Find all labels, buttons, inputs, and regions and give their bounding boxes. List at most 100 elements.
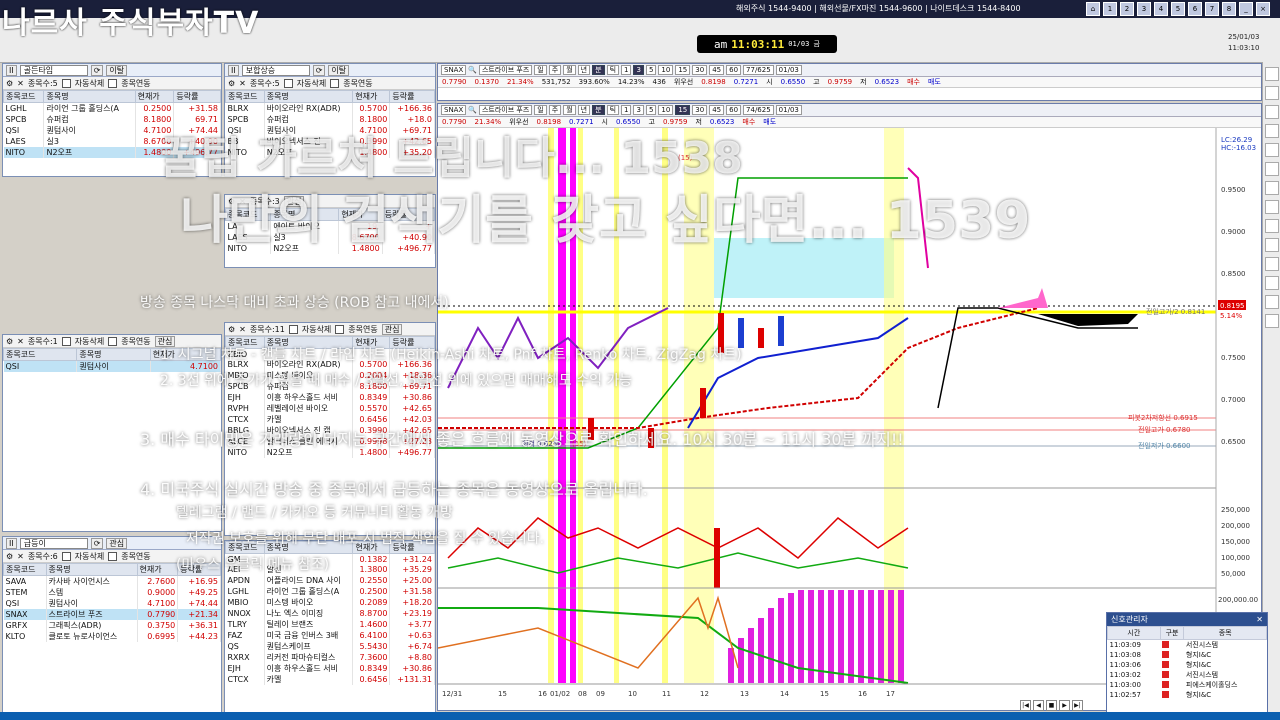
page-1-button[interactable]: 1: [1103, 2, 1117, 16]
period-month[interactable]: 월: [563, 105, 576, 115]
page-5-button[interactable]: 5: [1171, 2, 1185, 16]
period-minute[interactable]: 분: [592, 105, 605, 115]
panel-tab[interactable]: 관심: [106, 537, 128, 549]
table-row[interactable]: MBIO 미스텡 바이오 0.2089 +18.20: [225, 597, 435, 608]
period-day[interactable]: 일: [534, 105, 547, 115]
col-header[interactable]: 종목코드: [3, 563, 47, 576]
pause-button[interactable]: II: [6, 537, 17, 549]
interval-1[interactable]: 1: [621, 65, 632, 75]
col-header[interactable]: 현재가: [134, 90, 175, 103]
group-select[interactable]: 골든타임: [19, 64, 88, 76]
buy-button[interactable]: 매수: [742, 117, 755, 127]
tool-button[interactable]: [1265, 105, 1279, 119]
col-header[interactable]: 종목명: [263, 90, 354, 103]
table-row[interactable]: NNOX 나노 엑스 이미징 8.8700 +23.19: [225, 608, 435, 619]
tool-button[interactable]: [1265, 124, 1279, 138]
panel-tab[interactable]: 이탈: [328, 64, 350, 76]
group-select[interactable]: 보합상승: [241, 64, 310, 76]
tool-button[interactable]: [1265, 67, 1279, 81]
search-icon[interactable]: 🔍: [468, 106, 477, 114]
refresh-icon[interactable]: ⟳: [312, 64, 326, 76]
interval-10[interactable]: 10: [658, 65, 674, 75]
auto-delete-checkbox[interactable]: [61, 78, 71, 88]
col-header[interactable]: 현재가: [352, 90, 391, 103]
link-checkbox[interactable]: [108, 78, 118, 88]
period-tick[interactable]: 틱: [606, 65, 620, 75]
table-row[interactable]: SNAX 스트라이브 푸즈 0.7790 +21.34: [3, 609, 221, 620]
tool-button[interactable]: [1265, 200, 1279, 214]
prev-icon[interactable]: ◀: [1033, 700, 1044, 711]
col-header[interactable]: 등락률: [389, 90, 435, 103]
table-row[interactable]: STEM 스템 0.9000 +49.25: [3, 587, 221, 598]
close-icon[interactable]: ×: [1256, 2, 1270, 16]
table-row[interactable]: SAVA 카사바 사이언시스 2.7600 +16.95: [3, 575, 221, 587]
pause-button[interactable]: II: [6, 64, 17, 76]
signal-row[interactable]: 11:03:06 형지I&C: [1108, 660, 1267, 670]
signal-row[interactable]: 11:03:02 서진시스템: [1108, 670, 1267, 680]
interval-3[interactable]: 3: [633, 65, 644, 75]
table-row[interactable]: KLTO 클로토 뉴로사이언스 0.6995 +44.23: [3, 631, 221, 642]
auto-delete-checkbox[interactable]: [283, 78, 293, 88]
tool-button[interactable]: [1265, 257, 1279, 271]
auto-delete-checkbox[interactable]: [288, 324, 298, 334]
panel-tab[interactable]: 관심: [381, 323, 403, 335]
link-checkbox[interactable]: [335, 324, 345, 334]
interval-45[interactable]: 45: [709, 65, 725, 75]
signal-row[interactable]: 11:03:00 피에스케이홀딩스: [1108, 680, 1267, 690]
refresh-icon[interactable]: ⟳: [90, 64, 104, 76]
interval-10[interactable]: 10: [658, 105, 674, 115]
last-icon[interactable]: ▶|: [1072, 700, 1083, 711]
col-header[interactable]: 종목명: [76, 348, 151, 361]
refresh-icon[interactable]: ⟳: [90, 537, 104, 549]
group-select[interactable]: 급등이: [19, 537, 88, 549]
buy-button[interactable]: 매수: [907, 77, 920, 87]
gear-icon[interactable]: ⚙: [6, 337, 13, 346]
tool-button[interactable]: [1265, 219, 1279, 233]
pause-button[interactable]: II: [228, 64, 239, 76]
gear-icon[interactable]: ⚙: [6, 79, 13, 88]
signal-row[interactable]: 11:03:08 형지I&C: [1108, 650, 1267, 660]
col-header[interactable]: 등락률: [173, 90, 221, 103]
page-3-button[interactable]: 3: [1137, 2, 1151, 16]
close-icon[interactable]: ✕: [17, 552, 24, 561]
close-icon[interactable]: ✕: [239, 79, 246, 88]
tool-button[interactable]: [1265, 276, 1279, 290]
period-week[interactable]: 주: [548, 105, 562, 115]
next-icon[interactable]: ▶: [1059, 700, 1070, 711]
table-row[interactable]: CTCX 카멜 0.6456 +42.03: [225, 414, 435, 425]
interval-30[interactable]: 30: [692, 105, 708, 115]
col-header[interactable]: 종목코드: [3, 90, 45, 103]
page-2-button[interactable]: 2: [1120, 2, 1134, 16]
sell-button[interactable]: 매도: [928, 77, 941, 87]
sell-button[interactable]: 매도: [763, 117, 776, 127]
period-year[interactable]: 년: [577, 65, 591, 75]
page-7-button[interactable]: 7: [1205, 2, 1219, 16]
table-row[interactable]: GRFX 그래픽스(ADR) 0.3750 +36.31: [3, 620, 221, 631]
close-icon[interactable]: ✕: [1256, 615, 1263, 624]
auto-delete-checkbox[interactable]: [61, 336, 71, 346]
table-row[interactable]: RXRX 리커전 파마슈티컬스 7.3600 +8.80: [225, 652, 435, 663]
tool-button[interactable]: [1265, 295, 1279, 309]
close-icon[interactable]: ✕: [17, 79, 24, 88]
table-row[interactable]: LGHL 라이언 그룹 홀딩스(A 0.2500 +31.58: [3, 102, 221, 114]
period-day[interactable]: 일: [534, 65, 547, 75]
link-checkbox[interactable]: [330, 78, 340, 88]
symbol-input[interactable]: SNAX: [441, 105, 467, 115]
home-icon[interactable]: ⌂: [1086, 2, 1100, 16]
chart-date[interactable]: 01/03: [775, 105, 802, 115]
interval-60[interactable]: 60: [726, 105, 742, 115]
interval-45[interactable]: 45: [709, 105, 725, 115]
table-row[interactable]: EJH 이흥 하우스홀드 서비 0.8349 +30.86: [225, 392, 435, 403]
tool-button[interactable]: [1265, 143, 1279, 157]
interval-60[interactable]: 60: [726, 65, 742, 75]
signal-row[interactable]: 11:02:57 형지I&C: [1108, 690, 1267, 700]
chart-date[interactable]: 01/03: [775, 65, 802, 75]
tool-button[interactable]: [1265, 238, 1279, 252]
signal-row[interactable]: 11:03:09 서진시스템: [1108, 640, 1267, 651]
panel-tab[interactable]: 이탈: [106, 64, 128, 76]
col-header[interactable]: 종목코드: [3, 348, 78, 361]
period-month[interactable]: 월: [563, 65, 576, 75]
tool-button[interactable]: [1265, 162, 1279, 176]
table-row[interactable]: RVPH 레벨레이션 바이오 0.5570 +42.65: [225, 403, 435, 414]
col-header[interactable]: 종목명: [45, 563, 138, 576]
